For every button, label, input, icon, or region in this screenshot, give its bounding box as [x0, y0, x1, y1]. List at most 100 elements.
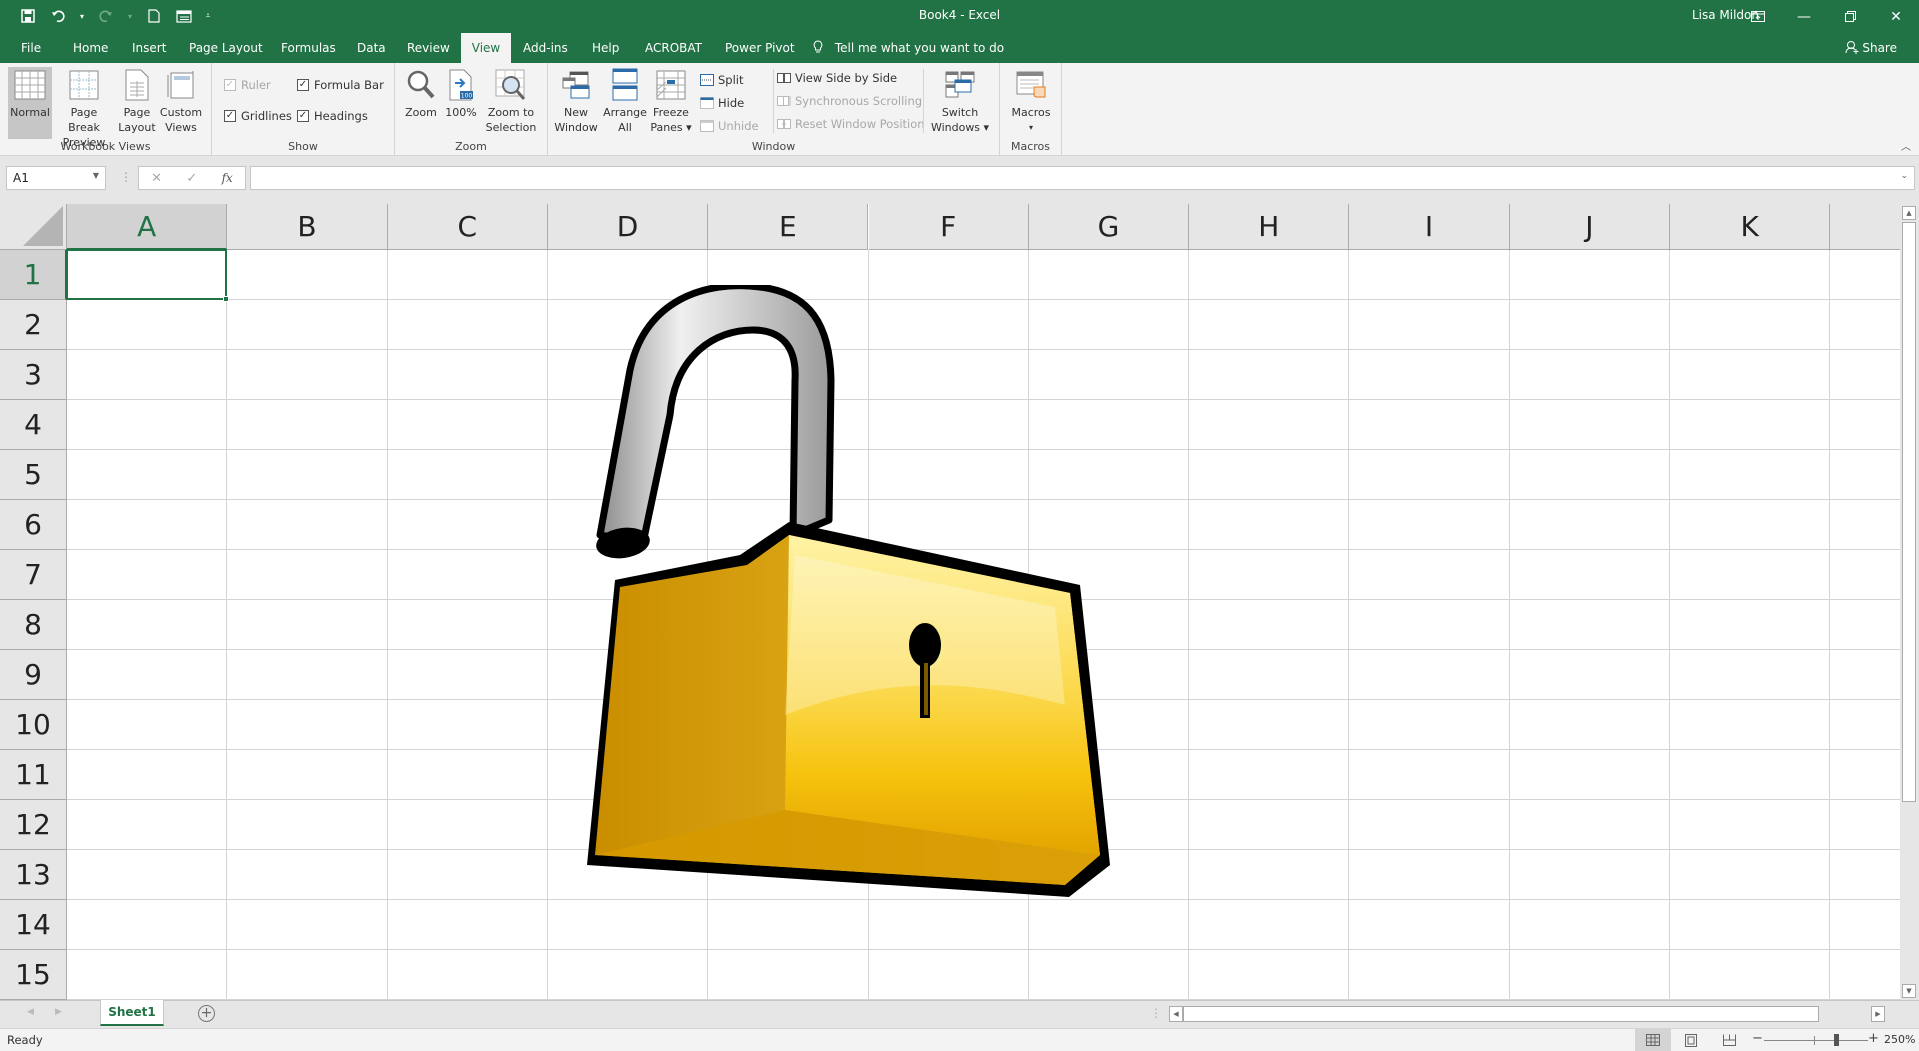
page-break-preview-button[interactable]: Page Break Preview: [54, 67, 114, 149]
row-header-2[interactable]: 2: [0, 300, 67, 350]
restore-icon[interactable]: [1827, 0, 1873, 33]
zoom-level[interactable]: 250%: [1884, 1033, 1915, 1046]
ribbon-display-options-icon[interactable]: [1735, 0, 1781, 33]
column-header-partial[interactable]: [1830, 204, 1900, 250]
page-layout-view-button[interactable]: Page Layout: [117, 67, 157, 139]
name-box[interactable]: A1 ▼: [6, 166, 106, 190]
scroll-right-arrow-icon[interactable]: ▶: [1871, 1006, 1885, 1022]
tab-help[interactable]: Help: [584, 33, 627, 63]
freeze-panes-button[interactable]: Freeze Panes ▾: [649, 67, 693, 139]
row-header-5[interactable]: 5: [0, 450, 67, 500]
tab-split-grip[interactable]: ⋮: [1150, 1006, 1162, 1020]
column-header-i[interactable]: I: [1349, 204, 1510, 250]
headings-checkbox[interactable]: ✓ Headings: [297, 107, 368, 125]
zoom-100-button[interactable]: 100 100%: [444, 67, 478, 139]
scroll-down-arrow-icon[interactable]: ▼: [1902, 984, 1916, 998]
minimize-icon[interactable]: —: [1781, 0, 1827, 33]
column-header-h[interactable]: H: [1189, 204, 1350, 250]
column-header-e[interactable]: E: [708, 204, 869, 250]
horizontal-scrollbar[interactable]: ◀ ▶: [1169, 1006, 1885, 1022]
formula-bar-grip[interactable]: ⋮: [120, 170, 132, 184]
enter-icon[interactable]: ✓: [186, 171, 197, 186]
customize-qat-icon[interactable]: ⩡: [204, 6, 212, 26]
macros-button[interactable]: Macros ▾: [1006, 67, 1056, 139]
row-header-4[interactable]: 4: [0, 400, 67, 450]
tab-view[interactable]: View: [461, 33, 511, 63]
row-header-15[interactable]: 15: [0, 950, 67, 1000]
custom-views-button[interactable]: Custom Views: [158, 67, 204, 139]
column-header-c[interactable]: C: [387, 204, 548, 250]
selected-cell-a1[interactable]: [66, 249, 230, 302]
row-header-12[interactable]: 12: [0, 800, 67, 850]
undo-dropdown-icon[interactable]: ▾: [78, 6, 86, 26]
tab-insert[interactable]: Insert: [124, 33, 174, 63]
share-button[interactable]: Share: [1845, 33, 1897, 63]
row-header-9[interactable]: 9: [0, 650, 67, 700]
save-icon[interactable]: [18, 6, 38, 26]
switch-windows-button[interactable]: Switch Windows ▾: [928, 67, 992, 139]
gridlines-checkbox[interactable]: ✓ Gridlines: [224, 107, 292, 125]
vertical-scrollbar[interactable]: ▲ ▼: [1900, 204, 1919, 1000]
worksheet-grid[interactable]: ABCDEFGHIJK 1 2 3 4 5 6 7 8 9 10 11 12 13 14 15: [0, 204, 1900, 1000]
arrange-all-button[interactable]: Arrange All: [603, 67, 647, 139]
page-layout-status-button[interactable]: [1673, 1029, 1709, 1051]
undo-icon[interactable]: [48, 6, 68, 26]
tab-data[interactable]: Data: [349, 33, 394, 63]
formula-input[interactable]: ⌄: [250, 166, 1915, 190]
split-button[interactable]: Split: [700, 71, 744, 89]
column-header-d[interactable]: D: [547, 204, 709, 250]
close-icon[interactable]: ✕: [1873, 0, 1919, 33]
row-header-14[interactable]: 14: [0, 900, 67, 950]
normal-view-status-button[interactable]: [1635, 1029, 1671, 1051]
zoom-in-button[interactable]: +: [1868, 1031, 1879, 1046]
tab-review[interactable]: Review: [399, 33, 458, 63]
column-header-b[interactable]: B: [227, 204, 388, 250]
form-icon[interactable]: [174, 6, 194, 26]
row-header-3[interactable]: 3: [0, 350, 67, 400]
unlocked-padlock-image[interactable]: [575, 285, 1115, 915]
row-header-10[interactable]: 10: [0, 700, 67, 750]
zoom-to-selection-button[interactable]: Zoom to Selection: [483, 67, 539, 139]
row-header-11[interactable]: 11: [0, 750, 67, 800]
row-header-6[interactable]: 6: [0, 500, 67, 550]
zoom-slider-thumb[interactable]: [1834, 1034, 1839, 1046]
row-header-7[interactable]: 7: [0, 550, 67, 600]
row-header-13[interactable]: 13: [0, 850, 67, 900]
view-side-by-side-button[interactable]: View Side by Side: [777, 69, 897, 87]
column-header-g[interactable]: G: [1028, 204, 1190, 250]
page-break-preview-status-button[interactable]: [1711, 1029, 1747, 1051]
horizontal-scroll-thumb[interactable]: [1183, 1006, 1819, 1022]
cancel-icon[interactable]: ✕: [151, 171, 162, 186]
vertical-scroll-thumb[interactable]: [1902, 222, 1916, 802]
column-header-f[interactable]: F: [868, 204, 1029, 250]
tab-formulas[interactable]: Formulas: [273, 33, 344, 63]
scroll-sheets-right-icon[interactable]: ▶: [55, 1007, 62, 1017]
scroll-up-arrow-icon[interactable]: ▲: [1902, 206, 1916, 220]
zoom-out-button[interactable]: −: [1752, 1031, 1763, 1046]
fill-handle[interactable]: [223, 296, 230, 302]
tab-add-ins[interactable]: Add-ins: [515, 33, 576, 63]
add-sheet-icon[interactable]: +: [198, 1005, 215, 1022]
hide-button[interactable]: Hide: [700, 94, 744, 112]
formula-bar-checkbox[interactable]: ✓ Formula Bar: [297, 76, 384, 94]
select-all-button[interactable]: [0, 204, 67, 250]
scroll-sheets-left-icon[interactable]: ◀: [27, 1007, 34, 1017]
column-header-a[interactable]: A: [67, 204, 228, 250]
normal-view-button[interactable]: Normal: [8, 67, 52, 139]
zoom-button[interactable]: Zoom: [403, 67, 439, 139]
zoom-slider[interactable]: [1764, 1040, 1868, 1041]
tab-acrobat[interactable]: ACROBAT: [637, 33, 710, 63]
row-header-1[interactable]: 1: [0, 250, 67, 300]
column-header-k[interactable]: K: [1670, 204, 1831, 250]
tab-power-pivot[interactable]: Power Pivot: [717, 33, 803, 63]
insert-function-icon[interactable]: fx: [222, 171, 233, 185]
tell-me-search[interactable]: Tell me what you want to do: [813, 33, 1004, 63]
expand-formula-bar-icon[interactable]: ⌄: [1900, 171, 1908, 181]
collapse-ribbon-icon[interactable]: ︿: [1901, 138, 1911, 153]
new-window-button[interactable]: New Window: [554, 67, 598, 139]
tab-file[interactable]: File: [13, 33, 49, 63]
scroll-left-arrow-icon[interactable]: ◀: [1169, 1006, 1183, 1022]
sheet-tab-sheet1[interactable]: Sheet1: [100, 1000, 164, 1026]
chevron-down-icon[interactable]: ▼: [93, 171, 99, 180]
column-header-j[interactable]: J: [1509, 204, 1670, 250]
